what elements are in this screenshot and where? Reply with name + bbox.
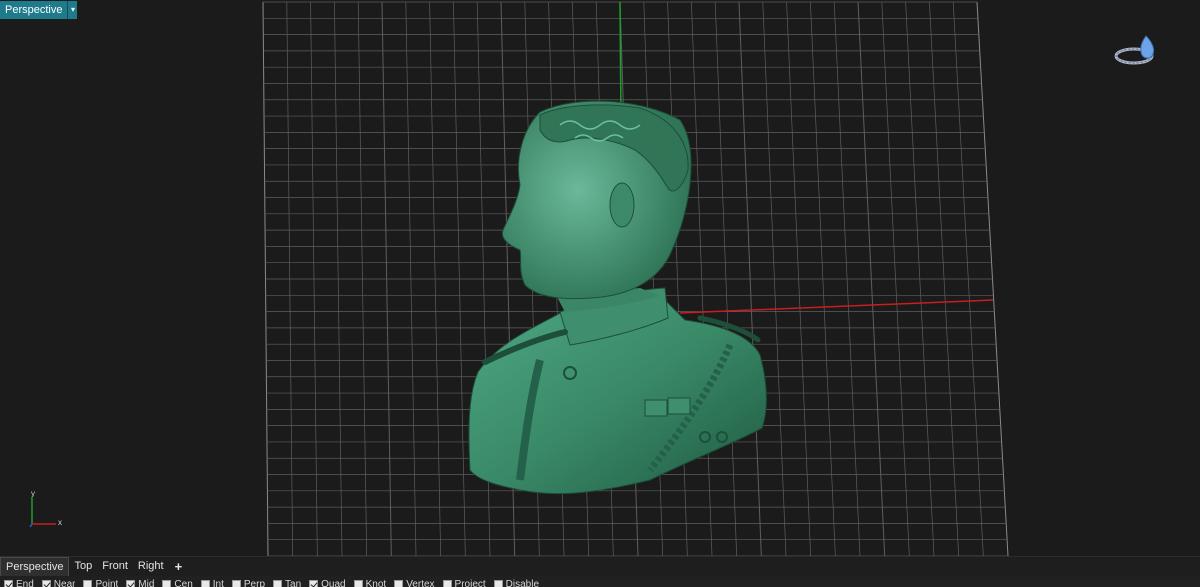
osnap-label: End: [16, 579, 34, 587]
osnap-checkbox[interactable]: [394, 580, 404, 587]
osnap-checkbox[interactable]: [200, 580, 210, 587]
osnap-label: Near: [53, 579, 76, 587]
osnap-checkbox[interactable]: [4, 580, 13, 587]
osnap-tan[interactable]: Tan: [273, 576, 301, 587]
perspective-viewport[interactable]: y x Perspective ▾: [0, 0, 1200, 556]
osnap-int[interactable]: Int: [200, 576, 224, 587]
viewport-canvas[interactable]: y x: [0, 0, 1200, 556]
osnap-disable[interactable]: Disable: [493, 576, 540, 587]
world-axes-icon: y x: [29, 489, 62, 528]
osnap-label: Cen: [174, 579, 193, 587]
osnap-knot[interactable]: Knot: [353, 576, 387, 587]
osnap-label: Disable: [505, 579, 540, 587]
axis-y-label: y: [31, 489, 35, 498]
viewport-title[interactable]: Perspective ▾: [0, 1, 78, 19]
osnap-checkbox[interactable]: [309, 580, 319, 587]
rhino-app: y x Perspective ▾ Perspective Top Front Rig…: [0, 0, 1200, 587]
osnap-label: Vertex: [406, 579, 435, 587]
osnap-label: Point: [95, 579, 119, 587]
tab-perspective[interactable]: Perspective: [0, 557, 70, 576]
osnap-perp[interactable]: Perp: [231, 576, 266, 587]
osnap-checkbox[interactable]: [162, 580, 172, 587]
bust-model[interactable]: [468, 100, 767, 495]
osnap-label: Project: [454, 579, 486, 587]
osnap-project[interactable]: Project: [442, 576, 486, 587]
osnap-checkbox[interactable]: [83, 580, 93, 587]
osnap-bar: End Near Point Mid Cen Int Perp Tan Quad Knot Vert…: [0, 576, 1200, 587]
osnap-checkbox[interactable]: [126, 580, 136, 587]
osnap-point[interactable]: Point: [83, 576, 118, 587]
ring-with-gem-icon[interactable]: [1112, 30, 1162, 70]
osnap-label: Tan: [285, 579, 302, 587]
osnap-mid[interactable]: Mid: [126, 576, 154, 587]
viewport-tab-bar: Perspective Top Front Right +: [0, 556, 1200, 576]
viewport-title-label[interactable]: Perspective: [0, 1, 68, 19]
osnap-checkbox[interactable]: [41, 580, 51, 587]
osnap-vertex[interactable]: Vertex: [394, 576, 435, 587]
osnap-checkbox[interactable]: [231, 580, 241, 587]
osnap-label: Quad: [321, 579, 346, 587]
osnap-near[interactable]: Near: [41, 576, 76, 587]
osnap-checkbox[interactable]: [353, 580, 363, 587]
osnap-cen[interactable]: Cen: [162, 576, 193, 587]
osnap-quad[interactable]: Quad: [309, 576, 346, 587]
caret-down-icon[interactable]: ▾: [67, 1, 78, 19]
osnap-label: Mid: [138, 579, 155, 587]
osnap-end[interactable]: End: [4, 576, 34, 587]
tab-front[interactable]: Front: [97, 557, 133, 576]
osnap-checkbox[interactable]: [493, 580, 503, 587]
add-tab-button[interactable]: +: [169, 557, 189, 576]
osnap-checkbox[interactable]: [442, 580, 452, 587]
osnap-label: Int: [212, 579, 224, 587]
tab-top[interactable]: Top: [69, 557, 97, 576]
axis-x-label: x: [58, 518, 62, 527]
osnap-label: Perp: [243, 579, 266, 587]
tab-right[interactable]: Right: [133, 557, 169, 576]
osnap-checkbox[interactable]: [273, 580, 283, 587]
osnap-label: Knot: [365, 579, 387, 587]
